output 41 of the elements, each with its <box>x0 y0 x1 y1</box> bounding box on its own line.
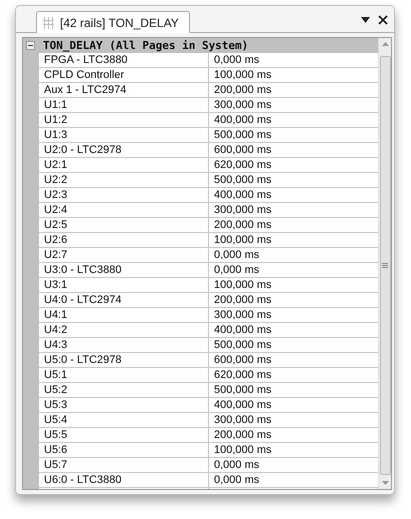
collapse-icon[interactable] <box>26 41 35 50</box>
rail-name-cell[interactable]: U5:5 <box>39 428 209 443</box>
scroll-up-icon[interactable] <box>382 42 388 46</box>
scroll-down-icon[interactable] <box>382 481 388 485</box>
scroll-thumb[interactable] <box>380 56 390 475</box>
rail-name-cell[interactable]: U2:5 <box>39 218 209 233</box>
rail-name-cell[interactable]: U4:3 <box>39 338 209 353</box>
rail-name-cell[interactable]: U5:3 <box>39 398 209 413</box>
rail-name-cell[interactable]: U4:1 <box>39 308 209 323</box>
rail-name-cell[interactable]: U3:1 <box>39 278 209 293</box>
rail-name-cell[interactable]: U5:6 <box>39 443 209 458</box>
rail-name-cell[interactable]: U2:7 <box>39 248 209 263</box>
rail-name-cell[interactable]: U1:1 <box>39 98 209 113</box>
rail-name-cell[interactable]: U5:1 <box>39 368 209 383</box>
rail-name-cell[interactable]: U2:3 <box>39 188 209 203</box>
rail-name-cell[interactable]: U3:0 - LTC3880 <box>39 263 209 278</box>
rail-name-cell[interactable]: U2:0 - LTC2978 <box>39 143 209 158</box>
rail-name-cell[interactable]: U2:2 <box>39 173 209 188</box>
rail-name-cell[interactable]: U2:6 <box>39 233 209 248</box>
rail-name-cell[interactable]: FPGA - LTC3880 <box>39 53 209 68</box>
group-header: TON_DELAY (All Pages in System) <box>43 39 248 52</box>
grid-icon <box>43 16 54 28</box>
rail-name-cell[interactable]: U2:4 <box>39 203 209 218</box>
rail-name-cell[interactable]: U5:7 <box>39 458 209 473</box>
dropdown-icon[interactable] <box>361 17 370 23</box>
rail-name-cell[interactable]: U4:2 <box>39 323 209 338</box>
rail-name-cell[interactable]: Aux 1 - LTC2974 <box>39 83 209 98</box>
grip-icon <box>382 263 388 268</box>
scrollbar[interactable] <box>378 38 391 489</box>
rail-name-cell[interactable]: U4:0 - LTC2974 <box>39 293 209 308</box>
rail-name-cell[interactable]: U5:0 - LTC2978 <box>39 353 209 368</box>
rail-name-cell[interactable]: U5:4 <box>39 413 209 428</box>
rail-name-cell[interactable]: U5:2 <box>39 383 209 398</box>
rail-name-cell[interactable]: U1:3 <box>39 128 209 143</box>
rail-name-cell[interactable]: CPLD Controller <box>39 68 209 83</box>
rail-name-cell[interactable]: U6:0 - LTC3880 <box>39 473 209 488</box>
rail-name-cell[interactable]: U1:2 <box>39 113 209 128</box>
close-icon[interactable] <box>378 15 388 25</box>
tab-label: [42 rails] TON_DELAY <box>60 16 179 30</box>
rail-name-cell[interactable]: U2:1 <box>39 158 209 173</box>
document-tab[interactable]: [42 rails] TON_DELAY <box>36 11 190 33</box>
